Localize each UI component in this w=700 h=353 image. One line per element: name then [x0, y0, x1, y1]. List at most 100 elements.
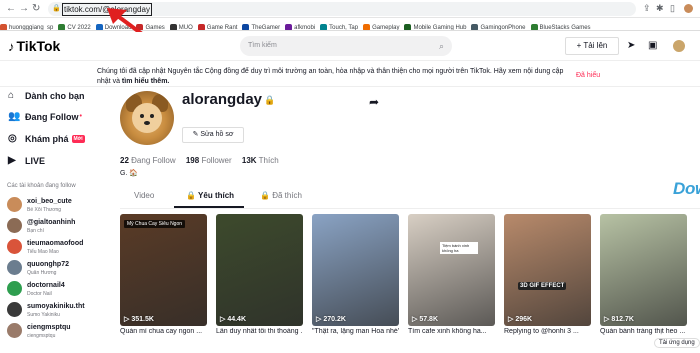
profile-tabs: Video 🔒 Yêu thích 🔒 Đã thích	[120, 191, 320, 208]
sidebar-item-label: Đang Follow	[25, 111, 79, 122]
back-icon[interactable]: ←	[6, 3, 16, 15]
account-name: quuonghp72	[27, 261, 69, 268]
video-thumbnail[interactable]: Mỳ Chua Cay Siêu Ngon ▷ 351.5K	[120, 214, 207, 326]
bookmark-item[interactable]: Touch, Tap	[320, 21, 359, 31]
following-count[interactable]: 22	[120, 156, 129, 165]
video-caption[interactable]: Tìm cafe xinh không ha...	[408, 328, 495, 335]
user-avatar[interactable]	[672, 39, 686, 53]
bookmark-label: Games	[145, 24, 165, 31]
sidebar-item-following[interactable]: 👥 Đang Follow •	[8, 111, 82, 122]
extensions-icon[interactable]: ✱	[656, 3, 664, 14]
video-thumbnail[interactable]: 3D GIF EFFECT ▷ 296K	[504, 214, 591, 326]
tab-liked[interactable]: 🔒 Đã thích	[260, 191, 302, 200]
notification-dot-icon: •	[79, 113, 82, 120]
video-caption[interactable]: Quán bánh tráng thịt heo ...	[600, 328, 687, 335]
video-thumbnail[interactable]: ▷ 812.7K	[600, 214, 687, 326]
notice-link[interactable]: tìm hiểu thêm.	[122, 78, 169, 85]
sidebar-icon[interactable]: ▯	[670, 3, 675, 14]
send-icon[interactable]: ➤	[627, 40, 635, 51]
sidebar: ⌂ Dành cho bạn 👥 Đang Follow • ◎ Khám ph…	[0, 87, 110, 353]
tabs-divider	[120, 208, 700, 209]
video-thumbnail[interactable]: Tiệm bánh xinh không ha ▷ 57.8K	[408, 214, 495, 326]
bookmark-item[interactable]: Gameplay	[363, 21, 399, 30]
upload-label: Tải lên	[583, 41, 608, 50]
reload-icon[interactable]: ↻	[32, 3, 40, 15]
private-lock-icon: 🔒	[264, 95, 276, 105]
tab-videos[interactable]: Video	[134, 191, 154, 200]
bookmark-item[interactable]: Game Rant	[197, 21, 237, 30]
account-subtitle: Sumo Yakiniku	[27, 312, 60, 318]
edit-profile-button[interactable]: ✎ Sửa hồ sơ	[182, 127, 244, 143]
inbox-icon[interactable]: ▣	[648, 40, 657, 51]
sidebar-item-for-you[interactable]: ⌂ Dành cho bạn	[8, 90, 85, 101]
compass-icon: ◎	[8, 133, 17, 144]
bookmark-item[interactable]: Mobile Gaming Hub	[404, 21, 466, 30]
account-avatar	[7, 239, 22, 254]
likes-count: 13K	[241, 156, 257, 165]
bookmark-favicon-icon	[471, 24, 479, 30]
following-account[interactable]: ciengmsptqu ciengmsptqu	[7, 321, 107, 341]
following-account[interactable]: tieumaomaofood Tiểu Mao Mao	[7, 237, 107, 257]
share-page-icon[interactable]: ⇪	[643, 3, 651, 14]
following-account[interactable]: xoi_beo_cute Bé Xôi Thương	[7, 195, 107, 215]
bookmark-item[interactable]: huongggiang_sp	[0, 21, 53, 30]
search-icon[interactable]: ⌕	[439, 36, 444, 56]
bookmark-item[interactable]: CV 2022	[58, 21, 91, 30]
bookmark-item[interactable]: BlueStacks Games	[530, 21, 591, 30]
bookmark-favicon-icon	[169, 24, 177, 30]
following-account[interactable]: quuonghp72 Quân Hương	[7, 258, 107, 278]
video-caption[interactable]: Quán mì chua cay ngon ...	[120, 328, 207, 335]
following-account[interactable]: doctornail4 Doctor Nail	[7, 279, 107, 299]
account-subtitle: ciengmsptqu	[27, 333, 56, 339]
bookmark-label: Touch, Tap	[329, 24, 359, 31]
forward-icon[interactable]: →	[19, 3, 29, 15]
video-grid: Mỳ Chua Cay Siêu Ngon ▷ 351.5K Quán mì chu…	[120, 214, 700, 353]
tab-favorites[interactable]: 🔒 Yêu thích	[186, 191, 234, 200]
following-account[interactable]: sumoyakiniku.tht Sumo Yakiniku	[7, 300, 107, 320]
page-root: ← → ↻ 🔒 tiktok.com/@alorangday ⇪ ✱ ▯ huo…	[0, 0, 700, 353]
view-count-value: 57.8K	[419, 316, 439, 323]
notice-text: Chúng tôi đã cập nhật Nguyên tắc Cộng đồ…	[97, 67, 567, 87]
account-name: tieumaomaofood	[27, 240, 84, 247]
bookmark-item[interactable]: MUO	[169, 21, 193, 30]
video-thumbnail[interactable]: ▷ 44.4K	[216, 214, 303, 326]
profile-stats: 22 Đang Follow 198 Follower 13K Thích	[120, 156, 287, 165]
share-profile-icon[interactable]: ➦	[369, 95, 379, 109]
bookmark-item[interactable]: afkmobi	[285, 21, 315, 30]
follower-count[interactable]: 198	[186, 156, 199, 165]
video-caption[interactable]: "Thật ra, lặng man Hoa nhé"	[312, 328, 399, 335]
following-accounts-title: Các tài khoản đang follow	[7, 183, 76, 189]
tiktok-logo[interactable]: ♪ TikTok	[8, 38, 60, 54]
bookmark-item[interactable]: TheGamer	[242, 21, 280, 30]
address-bar[interactable]: 🔒 tiktok.com/@alorangday	[48, 2, 636, 16]
video-caption[interactable]: Replying to @honhi 3 ...	[504, 328, 591, 335]
home-icon: ⌂	[8, 90, 15, 101]
bookmark-item[interactable]: Games	[136, 21, 165, 31]
upload-button[interactable]: + Tải lên	[565, 37, 619, 55]
account-avatar	[7, 218, 22, 233]
sidebar-item-explore[interactable]: ◎ Khám phá Mới	[8, 133, 85, 144]
guidelines-notice: Chúng tôi đã cập nhật Nguyên tắc Cộng đồ…	[0, 61, 700, 87]
view-count-value: 296K	[515, 316, 533, 323]
notice-dismiss-button[interactable]: Đã hiểu	[576, 72, 600, 79]
video-caption[interactable]: Lần duy nhất tôi thi thoảng ...	[216, 328, 303, 335]
video-thumbnail[interactable]: ▷ 270.2K	[312, 214, 399, 326]
account-avatar	[7, 323, 22, 338]
new-badge: Mới	[71, 134, 85, 143]
url-text[interactable]: tiktok.com/@alorangday	[62, 3, 152, 16]
account-subtitle: Quân Hương	[27, 270, 57, 276]
following-account[interactable]: @gialtoanhinh Bạn chí	[7, 216, 107, 236]
video-overlay-text: Tiệm bánh xinh không ha	[440, 242, 478, 254]
search-input[interactable]: Tìm kiếm ⌕	[240, 36, 452, 56]
lock-icon: 🔒	[260, 191, 273, 200]
profile-avatar-icon[interactable]	[684, 4, 693, 13]
bookmark-item[interactable]: Download	[95, 21, 131, 30]
account-subtitle: Doctor Nail	[27, 291, 52, 297]
bookmark-item[interactable]: GamingonPhone	[471, 21, 526, 30]
sidebar-item-live[interactable]: ▶ LIVE	[8, 155, 45, 166]
get-app-button[interactable]: Tải ứng dụng	[654, 338, 700, 348]
bookmark-favicon-icon	[95, 24, 103, 30]
tiktok-header: ♪ TikTok Tìm kiếm ⌕ + Tải lên ➤ ▣	[0, 32, 700, 61]
bookmark-favicon-icon	[363, 24, 371, 30]
bookmark-favicon-icon	[0, 24, 7, 30]
